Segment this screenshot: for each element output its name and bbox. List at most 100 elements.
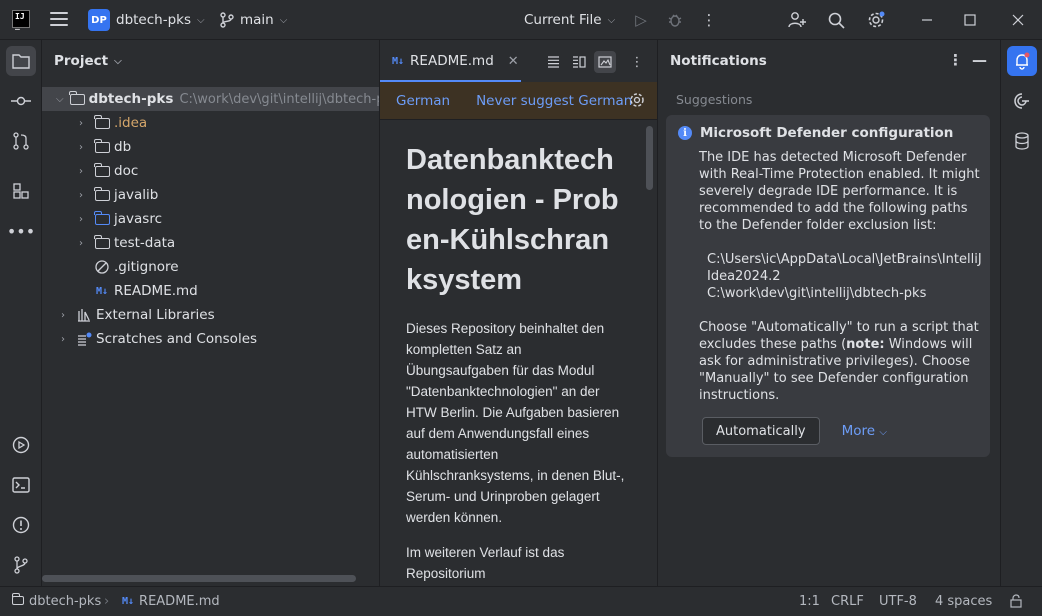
expand-arrow-icon[interactable]: › bbox=[74, 214, 88, 225]
tree-item-javalib[interactable]: › javalib bbox=[42, 183, 379, 207]
automatically-button[interactable]: Automatically bbox=[702, 417, 820, 445]
chevron-down-icon: ⌵ bbox=[279, 14, 288, 26]
german-link[interactable]: German bbox=[396, 93, 450, 109]
card-body: The IDE has detected Microsoft Defender … bbox=[699, 149, 983, 404]
breadcrumb-project-label: dbtech-pks bbox=[29, 594, 102, 609]
horizontal-scrollbar[interactable] bbox=[42, 575, 356, 582]
commit-tool-icon[interactable] bbox=[6, 86, 36, 116]
tree-root-name: dbtech-pks bbox=[88, 91, 174, 107]
never-suggest-link[interactable]: Never suggest German bbox=[476, 93, 632, 109]
database-tool-icon[interactable] bbox=[1007, 126, 1037, 156]
caret-position[interactable]: 1:1 bbox=[799, 594, 820, 609]
notifications-bell-icon[interactable] bbox=[1007, 46, 1037, 76]
markdown-preview[interactable]: Datenbanktechnologien - Proben-Kühlschra… bbox=[380, 120, 657, 586]
exclusion-path-2: C:\work\dev\git\intellij\dbtech-pks bbox=[707, 286, 927, 301]
folder-icon bbox=[94, 138, 110, 154]
git-tool-icon[interactable] bbox=[6, 550, 36, 580]
tree-item-idea[interactable]: › .idea bbox=[42, 111, 379, 135]
vertical-scrollbar[interactable] bbox=[646, 126, 653, 190]
tree-item-label: .idea bbox=[114, 115, 148, 131]
library-icon bbox=[76, 308, 92, 322]
tree-root[interactable]: ⌵ dbtech-pks C:\work\dev\git\intellij\db… bbox=[42, 87, 379, 111]
expand-arrow-icon[interactable]: › bbox=[74, 118, 88, 129]
project-name: dbtech-pks bbox=[116, 12, 192, 28]
breadcrumb-file-label: README.md bbox=[139, 594, 220, 609]
file-encoding[interactable]: UTF-8 bbox=[879, 594, 917, 609]
split-view-icon[interactable] bbox=[568, 51, 590, 73]
folder-icon bbox=[94, 114, 110, 130]
search-icon[interactable] bbox=[825, 9, 847, 31]
more-actions-icon[interactable]: ⋮ bbox=[698, 9, 720, 31]
title-bar: IJ _ DP dbtech-pks ⌵ main ⌵ Current File … bbox=[0, 0, 1042, 40]
run-icon[interactable]: ▷ bbox=[630, 9, 652, 31]
readme-heading: Datenbanktechnologien - Proben-Kühlschra… bbox=[406, 144, 619, 296]
problems-tool-icon[interactable] bbox=[6, 510, 36, 540]
tree-item-label: .gitignore bbox=[114, 259, 179, 275]
tree-item-label: Scratches and Consoles bbox=[96, 331, 258, 347]
pull-requests-icon[interactable] bbox=[6, 126, 36, 156]
tree-item-db[interactable]: › db bbox=[42, 135, 379, 159]
chevron-down-icon: ⌵ bbox=[879, 427, 887, 438]
maximize-icon[interactable] bbox=[959, 9, 981, 31]
expand-arrow-icon[interactable]: › bbox=[74, 238, 88, 249]
services-tool-icon[interactable] bbox=[6, 430, 36, 460]
folder-icon bbox=[94, 234, 110, 250]
notifications-more-icon[interactable]: ⋮ bbox=[948, 51, 963, 69]
tab-readme[interactable]: M↓ README.md ✕ bbox=[380, 40, 521, 82]
structure-tool-icon[interactable] bbox=[6, 176, 36, 206]
expand-arrow-icon[interactable]: › bbox=[74, 166, 88, 177]
close-icon[interactable] bbox=[1007, 9, 1029, 31]
branch-switcher[interactable]: main ⌵ bbox=[220, 9, 287, 31]
more-dropdown-link[interactable]: More ⌵ bbox=[842, 423, 887, 439]
project-switcher[interactable]: DP dbtech-pks ⌵ bbox=[88, 9, 205, 31]
expand-arrow-icon[interactable]: › bbox=[56, 334, 70, 345]
tree-item-doc[interactable]: › doc bbox=[42, 159, 379, 183]
expand-arrow-icon[interactable]: › bbox=[56, 310, 70, 321]
tree-item-test-data[interactable]: › test-data bbox=[42, 231, 379, 255]
tree-item-label: README.md bbox=[114, 283, 198, 299]
card-instructions: Choose "Automatically" to run a script t… bbox=[699, 319, 983, 404]
settings-gear-icon[interactable] bbox=[865, 9, 887, 31]
main-menu-icon[interactable] bbox=[50, 12, 68, 28]
terminal-tool-icon[interactable] bbox=[6, 470, 36, 500]
tree-item-readme[interactable]: M↓ README.md bbox=[42, 279, 379, 303]
indent-setting[interactable]: 4 spaces bbox=[935, 594, 992, 609]
project-tool-icon[interactable] bbox=[6, 46, 36, 76]
note-label: note: bbox=[846, 337, 885, 352]
editor-more-icon[interactable]: ⋮ bbox=[626, 51, 648, 73]
tab-label: README.md bbox=[410, 53, 494, 69]
tree-item-scratches[interactable]: › Scratches and Consoles bbox=[42, 327, 379, 351]
expand-arrow-icon[interactable]: ⌵ bbox=[56, 94, 64, 105]
line-separator[interactable]: CRLF bbox=[831, 594, 864, 609]
lock-icon[interactable] bbox=[1010, 594, 1022, 612]
suggestion-settings-icon[interactable] bbox=[629, 92, 645, 112]
tree-item-external-libraries[interactable]: › External Libraries bbox=[42, 303, 379, 327]
chevron-down-icon: ⌵ bbox=[197, 14, 205, 26]
editor-only-icon[interactable] bbox=[542, 51, 564, 73]
run-configuration-selector[interactable]: Current File ⌵ bbox=[524, 9, 615, 31]
hide-panel-icon[interactable]: — bbox=[972, 51, 987, 69]
right-tool-strip bbox=[1000, 40, 1042, 586]
breadcrumb-project[interactable]: dbtech-pks bbox=[11, 593, 102, 609]
debug-icon[interactable] bbox=[664, 9, 686, 31]
project-panel-header[interactable]: Project ⌵ bbox=[42, 40, 379, 82]
close-tab-icon[interactable]: ✕ bbox=[508, 54, 519, 69]
add-user-icon[interactable] bbox=[786, 9, 808, 31]
minimize-icon[interactable] bbox=[916, 9, 938, 31]
preview-only-icon[interactable] bbox=[594, 51, 616, 73]
exclusion-path-1: C:\Users\ic\AppData\Local\JetBrains\Inte… bbox=[707, 252, 982, 284]
ai-assistant-icon[interactable] bbox=[1007, 86, 1037, 116]
folder-icon bbox=[94, 186, 110, 202]
expand-arrow-icon[interactable]: › bbox=[74, 142, 88, 153]
breadcrumb-file[interactable]: M↓ README.md bbox=[122, 594, 220, 609]
ignore-file-icon bbox=[94, 260, 110, 274]
status-bar: dbtech-pks › M↓ README.md 1:1 CRLF UTF-8… bbox=[0, 586, 1042, 616]
git-branch-icon bbox=[220, 12, 234, 28]
more-tools-icon[interactable]: ••• bbox=[6, 216, 36, 246]
tree-item-gitignore[interactable]: .gitignore bbox=[42, 255, 379, 279]
expand-arrow-icon[interactable]: › bbox=[74, 190, 88, 201]
tree-item-javasrc[interactable]: › javasrc bbox=[42, 207, 379, 231]
intellij-logo-icon: IJ _ bbox=[12, 10, 30, 30]
notifications-panel: Notifications ⋮ — Suggestions i Microsof… bbox=[658, 40, 1000, 586]
markdown-file-icon: M↓ bbox=[95, 285, 109, 297]
